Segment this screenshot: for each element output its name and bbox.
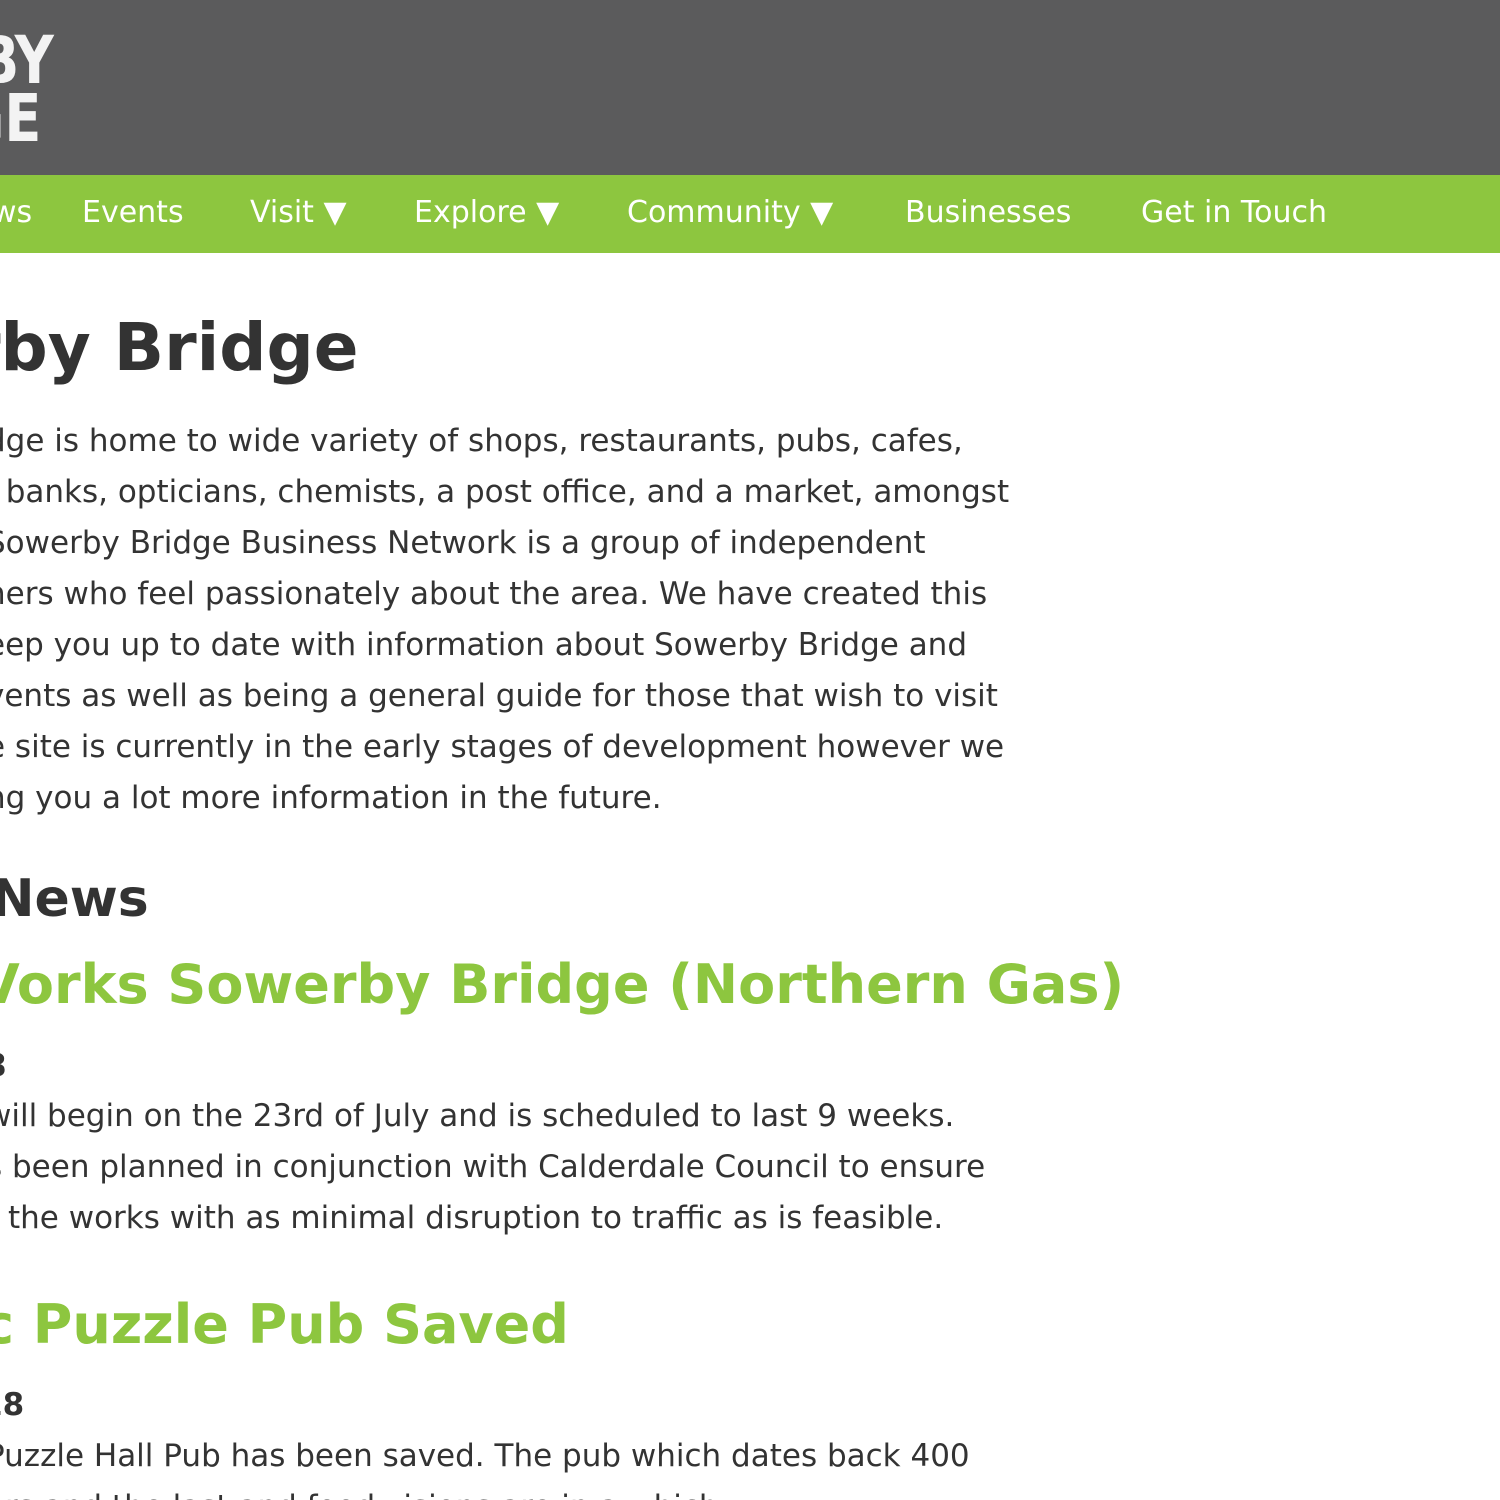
page-title: rby Bridge (0, 309, 359, 386)
intro-line: ng you a lot more information in the fut… (0, 780, 662, 816)
news-body-line: Puzzle Hall Pub has been saved. The pub … (0, 1438, 970, 1474)
news-body-line: s been planned in conjunction with Calde… (0, 1149, 986, 1185)
intro-line: dge is home to wide variety of shops, re… (0, 423, 963, 459)
intro-line: vents as well as being a general guide f… (0, 678, 998, 714)
news-body-line: will begin on the 23rd of July and is sc… (0, 1098, 955, 1134)
news-item-body: Puzzle Hall Pub has been saved. The pub … (0, 1431, 970, 1500)
intro-line: , banks, opticians, chemists, a post off… (0, 474, 1010, 510)
nav-item-news[interactable]: ws (0, 175, 32, 253)
news-body-line: t the works with as minimal disruption t… (0, 1200, 944, 1236)
news-item-title[interactable]: c Puzzle Pub Saved (0, 1298, 569, 1352)
news-body-line: ars and the last and food visions are in… (0, 1482, 970, 1500)
main-navigation: ws Events Visit ▼ Explore ▼ Community ▼ … (0, 175, 1500, 253)
news-section-heading: t News (0, 869, 149, 929)
intro-paragraph: dge is home to wide variety of shops, re… (0, 416, 1009, 824)
main-content: rby Bridge dge is home to wide variety o… (0, 253, 1500, 1500)
intro-line: Sowerby Bridge Business Network is a gro… (0, 525, 926, 561)
news-item-title[interactable]: Vorks Sowerby Bridge (Northern Gas) (0, 958, 1124, 1012)
nav-item-explore[interactable]: Explore ▼ (414, 175, 559, 253)
site-header: RBY GE (0, 0, 1500, 175)
intro-line: e site is currently in the early stages … (0, 729, 1005, 765)
nav-item-visit[interactable]: Visit ▼ (250, 175, 347, 253)
intro-line: eep you up to date with information abou… (0, 627, 968, 663)
news-item-body: will begin on the 23rd of July and is sc… (0, 1091, 985, 1244)
nav-item-get-in-touch[interactable]: Get in Touch (1141, 175, 1327, 253)
news-item-date: 18 (0, 1387, 25, 1423)
logo-line-2: GE (0, 80, 42, 157)
nav-item-events[interactable]: Events (82, 175, 184, 253)
nav-item-community[interactable]: Community ▼ (627, 175, 833, 253)
nav-item-businesses[interactable]: Businesses (905, 175, 1071, 253)
news-item-date: 8 (0, 1051, 7, 1082)
intro-line: ners who feel passionately about the are… (0, 576, 988, 612)
